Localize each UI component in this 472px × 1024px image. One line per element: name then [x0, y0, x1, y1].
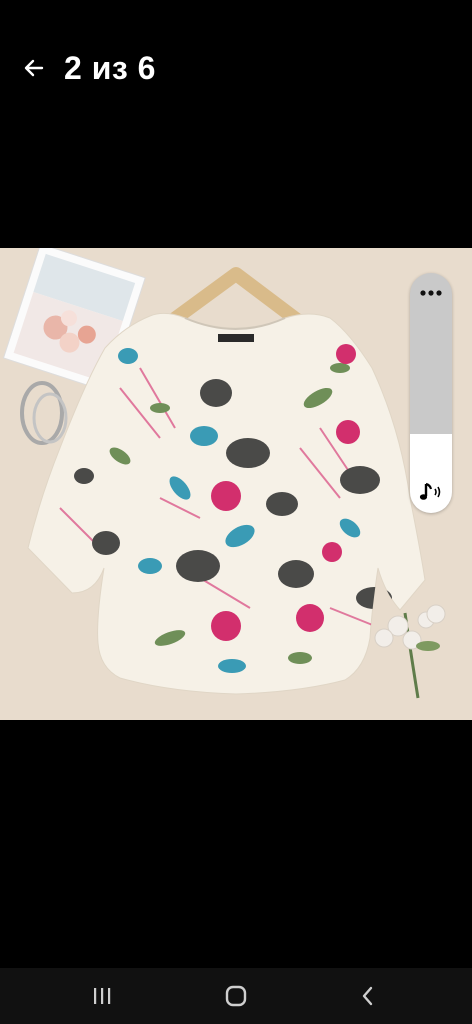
volume-sound-indicator — [410, 479, 452, 505]
image-counter: 2 из 6 — [64, 50, 156, 86]
nav-back-button[interactable] — [348, 980, 388, 1012]
recent-apps-icon — [94, 988, 111, 1004]
system-navigation-bar — [0, 968, 472, 1024]
blouse-photo-illustration — [0, 248, 472, 720]
chevron-left-icon — [362, 986, 373, 1006]
product-photo[interactable] — [0, 248, 472, 720]
top-bar: 2 из 6 — [0, 0, 472, 140]
music-note-sound-icon — [419, 482, 441, 500]
volume-more-button[interactable] — [410, 281, 452, 305]
volume-slider[interactable] — [410, 273, 452, 513]
back-button[interactable] — [18, 52, 50, 84]
home-button[interactable] — [216, 980, 256, 1012]
home-icon — [225, 985, 247, 1007]
more-horizontal-icon — [420, 290, 442, 296]
recent-apps-button[interactable] — [82, 980, 122, 1012]
arrow-left-icon — [24, 59, 44, 77]
